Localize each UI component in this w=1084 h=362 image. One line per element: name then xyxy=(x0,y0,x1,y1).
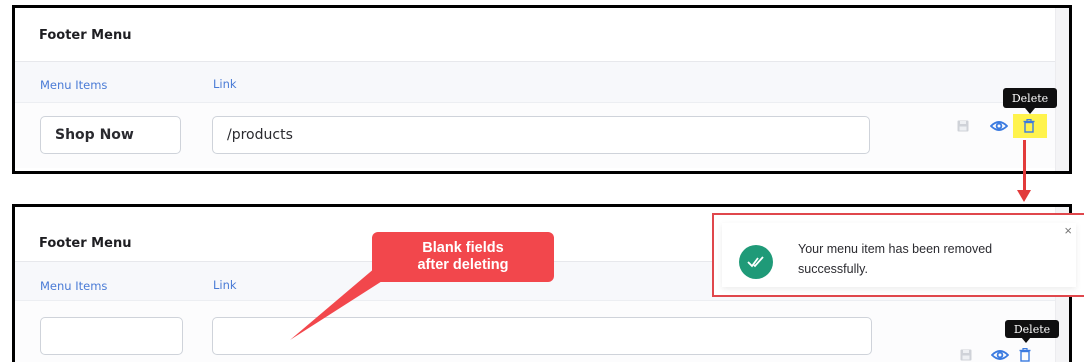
check-icon xyxy=(739,245,773,279)
column-header-link: Link xyxy=(213,77,237,91)
column-header-link: Link xyxy=(213,278,237,292)
close-icon[interactable]: × xyxy=(1064,223,1072,238)
eye-icon[interactable] xyxy=(990,347,1010,362)
toast-message: Your menu item has been removed successf… xyxy=(798,242,993,276)
panel-title: Footer Menu xyxy=(39,28,132,43)
annotation-callout: Blank fields after deleting xyxy=(372,232,554,282)
scrollbar[interactable] xyxy=(1055,8,1069,171)
annotation-arrow xyxy=(1023,140,1026,192)
menu-item-input[interactable] xyxy=(40,317,183,355)
column-header-menu-items: Menu Items xyxy=(40,78,108,92)
delete-tooltip: Delete xyxy=(1003,88,1057,108)
eye-icon[interactable] xyxy=(989,118,1009,134)
annotation-arrow-head xyxy=(1017,190,1031,202)
save-icon[interactable] xyxy=(959,348,973,362)
menu-item-input[interactable]: Shop Now xyxy=(40,116,181,154)
trash-icon[interactable] xyxy=(1017,346,1033,362)
footer-menu-panel-before: Footer Menu Menu Items Link Shop Now /pr… xyxy=(12,5,1072,174)
callout-line-1: Blank fields xyxy=(422,240,504,256)
save-icon[interactable] xyxy=(956,119,970,133)
link-input[interactable]: /products xyxy=(212,116,870,154)
success-toast: Your menu item has been removed successf… xyxy=(712,213,1084,297)
column-header-row xyxy=(15,62,1055,102)
trash-icon[interactable] xyxy=(1021,117,1037,134)
delete-tooltip: Delete xyxy=(1005,320,1059,338)
column-header-menu-items: Menu Items xyxy=(40,279,108,293)
tooltip-arrow xyxy=(1025,108,1035,114)
toast-body: Your menu item has been removed successf… xyxy=(722,223,1076,287)
callout-line-2: after deleting xyxy=(417,257,509,273)
tooltip-arrow xyxy=(1021,337,1031,343)
panel-title: Footer Menu xyxy=(39,236,132,251)
